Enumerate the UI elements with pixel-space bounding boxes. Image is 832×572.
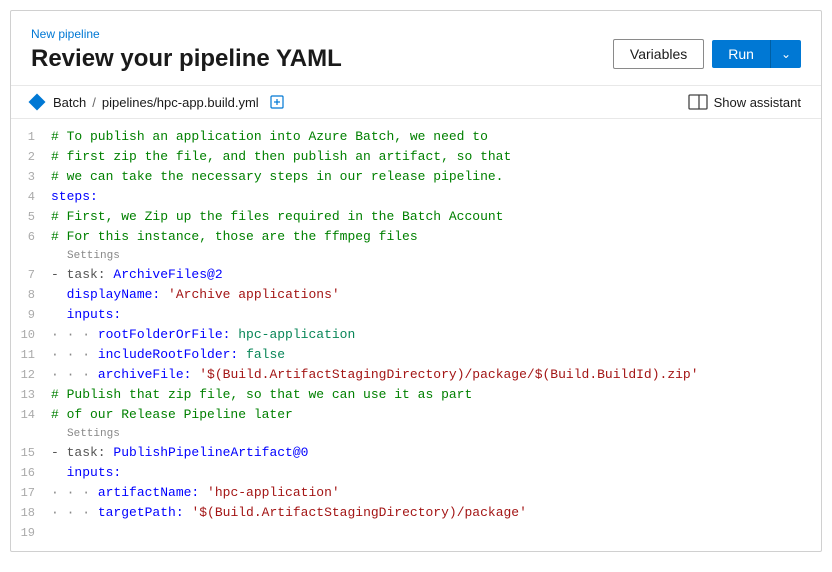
code-line: 15- task: PublishPipelineArtifact@0 xyxy=(11,443,821,463)
line-number: 12 xyxy=(11,365,47,385)
code-line: 3# we can take the necessary steps in ou… xyxy=(11,167,821,187)
main-container: New pipeline Review your pipeline YAML V… xyxy=(10,10,822,552)
line-number: 13 xyxy=(11,385,47,405)
code-line: 16 inputs: xyxy=(11,463,821,483)
code-line: 10· · · rootFolderOrFile: hpc-applicatio… xyxy=(11,325,821,345)
line-content: # Publish that zip file, so that we can … xyxy=(47,385,821,405)
line-content: · · · artifactName: 'hpc-application' xyxy=(47,483,821,503)
code-line: 17· · · artifactName: 'hpc-application' xyxy=(11,483,821,503)
line-content: - task: ArchiveFiles@2 xyxy=(47,265,821,285)
line-number: 9 xyxy=(11,305,47,325)
code-editor: 1# To publish an application into Azure … xyxy=(11,119,821,551)
breadcrumb-root: Batch xyxy=(53,95,86,110)
code-line: 7- task: ArchiveFiles@2 xyxy=(11,265,821,285)
header-left: New pipeline Review your pipeline YAML xyxy=(31,27,342,73)
line-number: 14 xyxy=(11,405,47,425)
code-line: 11· · · includeRootFolder: false xyxy=(11,345,821,365)
run-button[interactable]: Run xyxy=(712,40,771,68)
section-label: Settings xyxy=(11,425,821,443)
line-content: # For this instance, those are the ffmpe… xyxy=(47,227,821,247)
diamond-icon xyxy=(29,94,46,111)
line-content: displayName: 'Archive applications' xyxy=(47,285,821,305)
header: New pipeline Review your pipeline YAML V… xyxy=(11,11,821,86)
code-line: 12· · · archiveFile: '$(Build.ArtifactSt… xyxy=(11,365,821,385)
line-content: steps: xyxy=(47,187,821,207)
breadcrumb-file: pipelines/hpc-app.build.yml xyxy=(102,95,259,110)
code-line: 13# Publish that zip file, so that we ca… xyxy=(11,385,821,405)
line-number: 5 xyxy=(11,207,47,227)
line-number: 7 xyxy=(11,265,47,285)
code-line: 18· · · targetPath: '$(Build.ArtifactSta… xyxy=(11,503,821,523)
header-actions: Variables Run ⌄ xyxy=(613,39,801,69)
line-number: 6 xyxy=(11,227,47,247)
line-number: 3 xyxy=(11,167,47,187)
variables-button[interactable]: Variables xyxy=(613,39,704,69)
show-assistant-button[interactable]: Show assistant xyxy=(688,94,801,110)
line-number: 19 xyxy=(11,523,47,543)
line-content: # first zip the file, and then publish a… xyxy=(47,147,821,167)
breadcrumb: Batch / pipelines/hpc-app.build.yml xyxy=(31,94,285,110)
run-dropdown-button[interactable]: ⌄ xyxy=(771,40,801,68)
code-line: 5# First, we Zip up the files required i… xyxy=(11,207,821,227)
line-content: · · · rootFolderOrFile: hpc-application xyxy=(47,325,821,345)
line-number: 8 xyxy=(11,285,47,305)
code-line: 2# first zip the file, and then publish … xyxy=(11,147,821,167)
line-number: 1 xyxy=(11,127,47,147)
line-content: # First, we Zip up the files required in… xyxy=(47,207,821,227)
code-line: 14# of our Release Pipeline later xyxy=(11,405,821,425)
code-line: 9 inputs: xyxy=(11,305,821,325)
line-number: 4 xyxy=(11,187,47,207)
line-content: · · · targetPath: '$(Build.ArtifactStagi… xyxy=(47,503,821,523)
line-content: · · · includeRootFolder: false xyxy=(47,345,821,365)
line-number: 16 xyxy=(11,463,47,483)
show-assistant-label: Show assistant xyxy=(714,95,801,110)
code-line: 6# For this instance, those are the ffmp… xyxy=(11,227,821,247)
line-number: 17 xyxy=(11,483,47,503)
line-content: inputs: xyxy=(47,463,821,483)
code-line: 8 displayName: 'Archive applications' xyxy=(11,285,821,305)
line-content: inputs: xyxy=(47,305,821,325)
line-number: 15 xyxy=(11,443,47,463)
toolbar: Batch / pipelines/hpc-app.build.yml Show… xyxy=(11,86,821,119)
assistant-icon xyxy=(688,94,708,110)
new-pipeline-label: New pipeline xyxy=(31,27,342,41)
line-number: 2 xyxy=(11,147,47,167)
breadcrumb-separator: / xyxy=(92,95,96,110)
line-number: 18 xyxy=(11,503,47,523)
line-number: 11 xyxy=(11,345,47,365)
line-content: - task: PublishPipelineArtifact@0 xyxy=(47,443,821,463)
line-content: # of our Release Pipeline later xyxy=(47,405,821,425)
code-line: 4steps: xyxy=(11,187,821,207)
page-title: Review your pipeline YAML xyxy=(31,45,342,73)
code-line: 19 xyxy=(11,523,821,543)
edit-icon[interactable] xyxy=(269,94,285,110)
line-content: · · · archiveFile: '$(Build.ArtifactStag… xyxy=(47,365,821,385)
run-button-group: Run ⌄ xyxy=(712,40,801,68)
line-content: # To publish an application into Azure B… xyxy=(47,127,821,147)
line-number: 10 xyxy=(11,325,47,345)
section-label: Settings xyxy=(11,247,821,265)
line-content: # we can take the necessary steps in our… xyxy=(47,167,821,187)
code-line: 1# To publish an application into Azure … xyxy=(11,127,821,147)
